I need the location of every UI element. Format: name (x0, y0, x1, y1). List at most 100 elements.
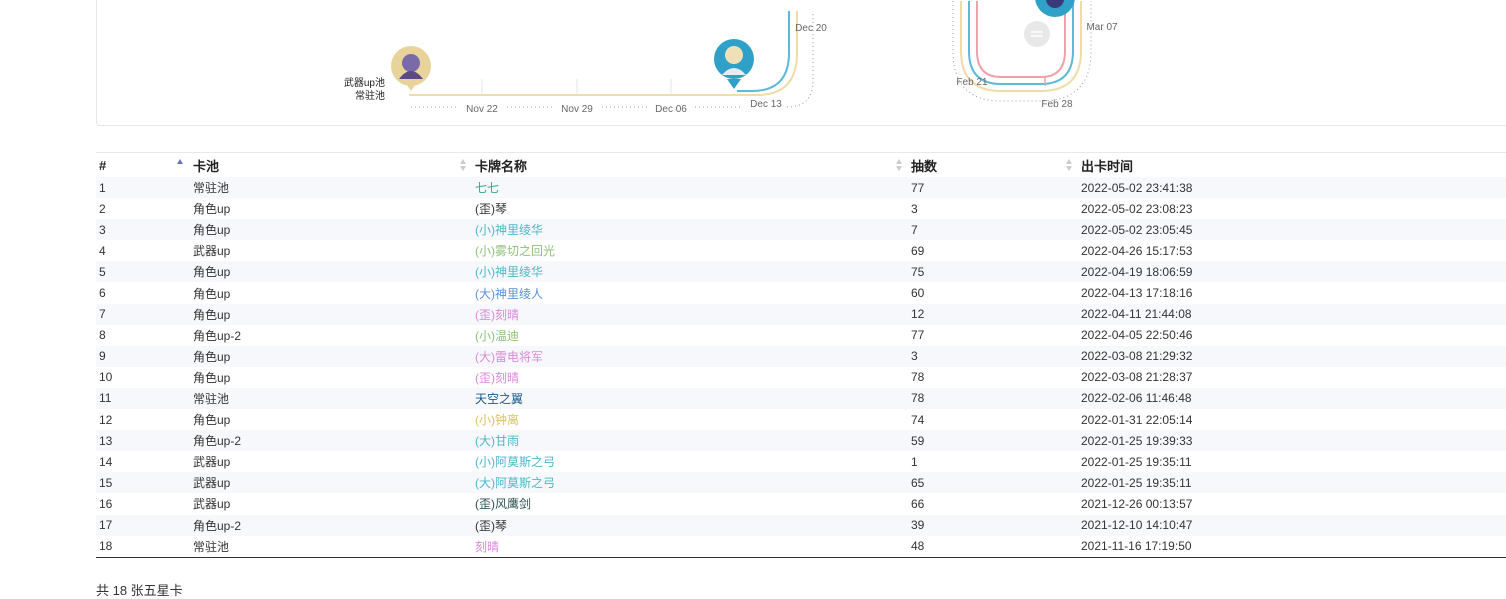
table-row[interactable]: 6 角色up (大)神里绫人 60 2022-04-13 17:18:16 (96, 282, 1506, 303)
cell-pool: 角色up (193, 413, 231, 428)
sort-icon[interactable] (460, 159, 467, 171)
table-row[interactable]: 11 常驻池 天空之翼 78 2022-02-06 11:46:48 (96, 387, 1506, 410)
cell-pull-count: 74 (911, 412, 925, 427)
cell-card-name: (小)温迪 (475, 328, 519, 343)
col-header-pool[interactable]: 卡池 (190, 153, 472, 178)
cell-card-name: (大)阿莫斯之弓 (475, 476, 555, 491)
cell-pull-count: 77 (911, 328, 925, 343)
date-label: Mar 07 (1086, 22, 1118, 33)
cell-index: 2 (99, 201, 106, 216)
table-row[interactable]: 16 武器up (歪)风鹰剑 66 2021-12-26 00:13:57 (96, 493, 1506, 514)
cell-card-name: 刻晴 (472, 535, 908, 558)
table-row[interactable]: 9 角色up (大)雷电将军 3 2022-03-08 21:29:32 (96, 345, 1506, 367)
cell-pool: 角色up (193, 223, 231, 238)
cell-index: 7 (99, 307, 106, 322)
cell-pool: 角色up-2 (193, 518, 242, 533)
cell-time: 2022-02-06 11:46:48 (1081, 391, 1192, 406)
table-row[interactable]: 18 常驻池 刻晴 48 2021-11-16 17:19:50 (96, 535, 1506, 558)
cell-card-name: (小)雾切之回光 (475, 244, 555, 259)
date-label: Nov 29 (561, 104, 593, 115)
col-header-pulls[interactable]: 抽数 (908, 153, 1078, 178)
cell-time: 2022-04-11 21:44:08 (1081, 307, 1192, 322)
table-row[interactable]: 4 武器up (小)雾切之回光 69 2022-04-26 15:17:53 (96, 240, 1506, 261)
cell-time: 2021-11-16 17:19:50 (1078, 535, 1506, 558)
cell-index: 9 (99, 349, 106, 364)
cell-pull-count: 69 (911, 243, 925, 258)
cell-index: 11 (99, 391, 112, 406)
table-row[interactable]: 2 角色up (歪)琴 3 2022-05-02 23:08:23 (96, 198, 1506, 219)
date-label: Feb 28 (1041, 99, 1073, 110)
cell-index: 1 (99, 180, 106, 195)
table-row[interactable]: 1 常驻池 七七 77 2022-05-02 23:41:38 (96, 177, 1506, 199)
table-row[interactable]: 7 角色up (歪)刻晴 12 2022-04-11 21:44:08 (96, 303, 1506, 325)
date-label: Nov 22 (466, 104, 498, 115)
cell-pull-count: 3 (911, 349, 918, 364)
cell-time: 2022-03-08 21:28:37 (1081, 370, 1193, 385)
cell-index: 4 (99, 243, 106, 258)
col-header-label: 卡池 (193, 158, 220, 174)
cell-pull-count: 78 (911, 391, 925, 406)
cell-index: 14 (99, 454, 113, 469)
table-row[interactable]: 5 角色up (小)神里绫华 75 2022-04-19 18:06:59 (96, 261, 1506, 283)
cell-pull-count: 65 (911, 475, 925, 490)
timeline-card: Nov 22 Nov 29 Dec 06 Dec 13 Dec 20 武器up池… (96, 0, 1506, 126)
cell-pool: 角色up (193, 349, 231, 364)
cell-pull-count: 1 (911, 454, 918, 469)
cell-time: 2022-01-31 22:05:14 (1081, 412, 1193, 427)
avatar-pin-keqing[interactable] (391, 46, 431, 91)
col-header-time[interactable]: 出卡时间 (1078, 153, 1506, 178)
table-row[interactable]: 15 武器up (大)阿莫斯之弓 65 2022-01-25 19:35:11 (96, 472, 1506, 494)
cell-pull-count: 7 (911, 222, 918, 237)
cell-card-name: (歪)琴 (475, 202, 507, 217)
cell-card-name: (大)雷电将军 (475, 349, 543, 364)
cell-card-name: (小)神里绫华 (475, 265, 543, 280)
col-header-index[interactable]: # (96, 153, 190, 178)
cell-card-name: 天空之翼 (475, 391, 524, 406)
sort-icon[interactable] (177, 159, 184, 171)
cell-card-name: (歪)风鹰剑 (475, 497, 531, 512)
table-row[interactable]: 3 角色up (小)神里绫华 7 2022-05-02 23:05:45 (96, 219, 1506, 241)
cell-index: 13 (99, 433, 113, 448)
cell-time: 2021-12-10 14:10:47 (1081, 518, 1193, 533)
table-row[interactable]: 8 角色up-2 (小)温迪 77 2022-04-05 22:50:46 (96, 325, 1506, 346)
cell-time: 2022-05-02 23:08:23 (1081, 201, 1193, 216)
table-row[interactable]: 12 角色up (小)钟离 74 2022-01-31 22:05:14 (96, 409, 1506, 430)
avatar-pin-raiden[interactable] (1035, 0, 1075, 17)
cell-time: 2022-01-25 19:35:11 (1081, 454, 1192, 469)
col-header-label: # (99, 157, 107, 173)
cell-index: 16 (99, 496, 113, 511)
sort-icon[interactable] (1066, 159, 1073, 171)
cell-pool: 武器up (193, 476, 231, 491)
cell-time: 2021-12-26 00:13:57 (1081, 496, 1193, 511)
cell-pull-count: 66 (911, 496, 925, 511)
five-star-table: # 卡池 卡牌名称 抽数 出卡时间 1 常驻池 七七 77 2022-05-02… (96, 152, 1506, 558)
table-row[interactable]: 14 武器up (小)阿莫斯之弓 1 2022-01-25 19:35:11 (96, 451, 1506, 472)
cell-time: 2022-03-08 21:29:32 (1081, 349, 1193, 364)
cell-index: 8 (99, 328, 106, 343)
cell-pool: 常驻池 (193, 181, 230, 196)
legend-standard-pool: 常驻池 (355, 89, 385, 102)
cell-time: 2022-01-25 19:39:33 (1081, 433, 1193, 448)
col-header-name[interactable]: 卡牌名称 (472, 153, 908, 178)
table-row[interactable]: 17 角色up-2 (歪)琴 39 2021-12-10 14:10:47 (96, 514, 1506, 536)
cell-card-name: (小)钟离 (475, 413, 519, 428)
cell-index: 6 (99, 286, 106, 301)
cell-index: 5 (99, 264, 106, 279)
cell-pull-count: 78 (911, 370, 925, 385)
cell-pool: 常驻池 (193, 391, 230, 406)
cell-pool: 武器up (193, 455, 231, 470)
cell-pool: 角色up (193, 286, 231, 301)
cell-index: 18 (96, 535, 190, 558)
table-row[interactable]: 13 角色up-2 (大)甘雨 59 2022-01-25 19:39:33 (96, 430, 1506, 452)
sort-icon[interactable] (896, 159, 903, 171)
cell-time: 2022-04-26 15:17:53 (1081, 243, 1193, 258)
cell-index: 10 (99, 370, 113, 385)
avatar-pin-jean[interactable] (714, 39, 754, 89)
cell-pool: 角色up (193, 307, 231, 322)
date-label: Feb 21 (956, 77, 988, 88)
cell-card-name: (歪)琴 (475, 518, 507, 533)
cell-pool: 武器up (193, 497, 231, 512)
table-row[interactable]: 10 角色up (歪)刻晴 78 2022-03-08 21:28:37 (96, 367, 1506, 388)
cell-pool: 角色up (193, 265, 231, 280)
cell-time: 2022-01-25 19:35:11 (1081, 475, 1192, 490)
